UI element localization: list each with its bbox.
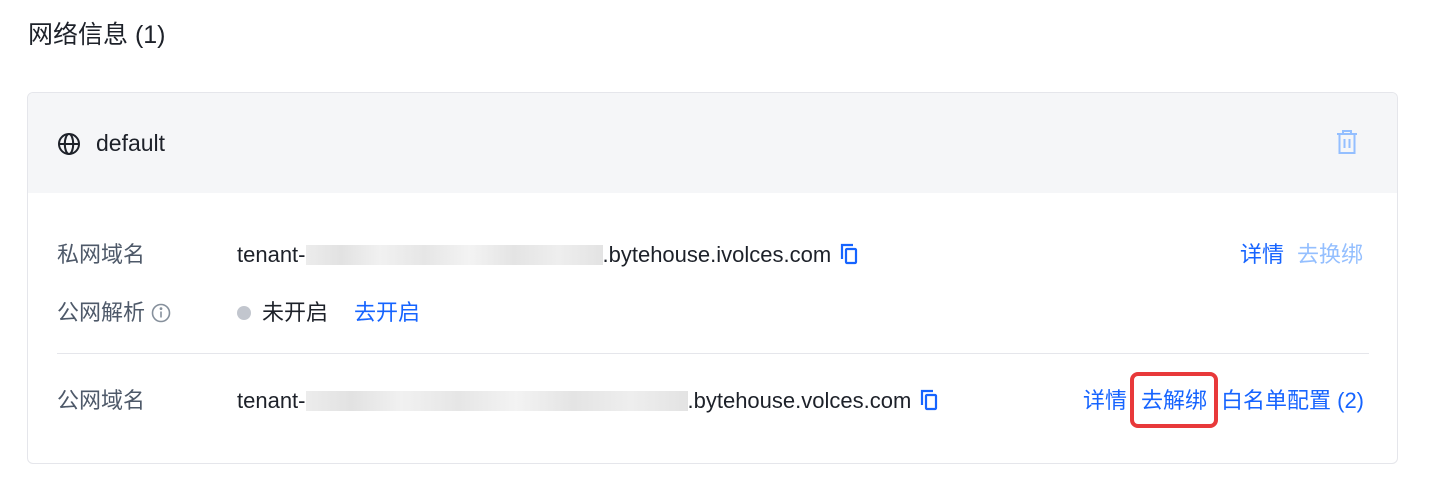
private-domain-rebind-link[interactable]: 去换绑 [1297,240,1363,270]
redacted-mask [305,245,603,265]
private-domain-prefix: tenant- [237,242,306,267]
network-card-header: default [28,93,1397,193]
public-resolution-status: 未开启 [262,300,329,325]
public-domain-suffix: .bytehouse.volces.com [687,388,912,413]
public-resolution-label: 公网解析 [57,300,146,325]
private-domain-label: 私网域名 [57,242,146,267]
public-resolution-label-wrap: 公网解析 [57,298,171,328]
public-domain-value: tenant- .bytehouse.volces.com [237,386,939,416]
network-card: default 私网域名 tenant- .bytehouse.ivolces.c… [27,92,1398,464]
private-domain-details-link[interactable]: 详情 [1240,240,1284,270]
section-title: 网络信息 (1) [28,21,166,49]
copy-icon[interactable] [919,389,939,411]
whitelist-config-link[interactable]: 白名单配置 (2) [1221,386,1364,416]
redacted-mask [305,391,688,411]
enable-resolution-link[interactable]: 去开启 [354,298,420,328]
network-name: default [96,130,166,156]
public-domain-details-link[interactable]: 详情 [1083,386,1127,416]
public-domain-label: 公网域名 [57,388,146,413]
divider [57,353,1369,354]
trash-icon[interactable] [1335,129,1359,155]
public-domain-prefix: tenant- [237,388,306,413]
unbind-highlight-box [1130,372,1218,428]
globe-icon [58,133,80,155]
private-domain-suffix: .bytehouse.ivolces.com [602,242,832,267]
info-icon[interactable] [151,303,171,323]
copy-icon[interactable] [839,243,859,265]
private-domain-value: tenant- .bytehouse.ivolces.com [237,240,859,270]
status-dot [237,306,251,320]
